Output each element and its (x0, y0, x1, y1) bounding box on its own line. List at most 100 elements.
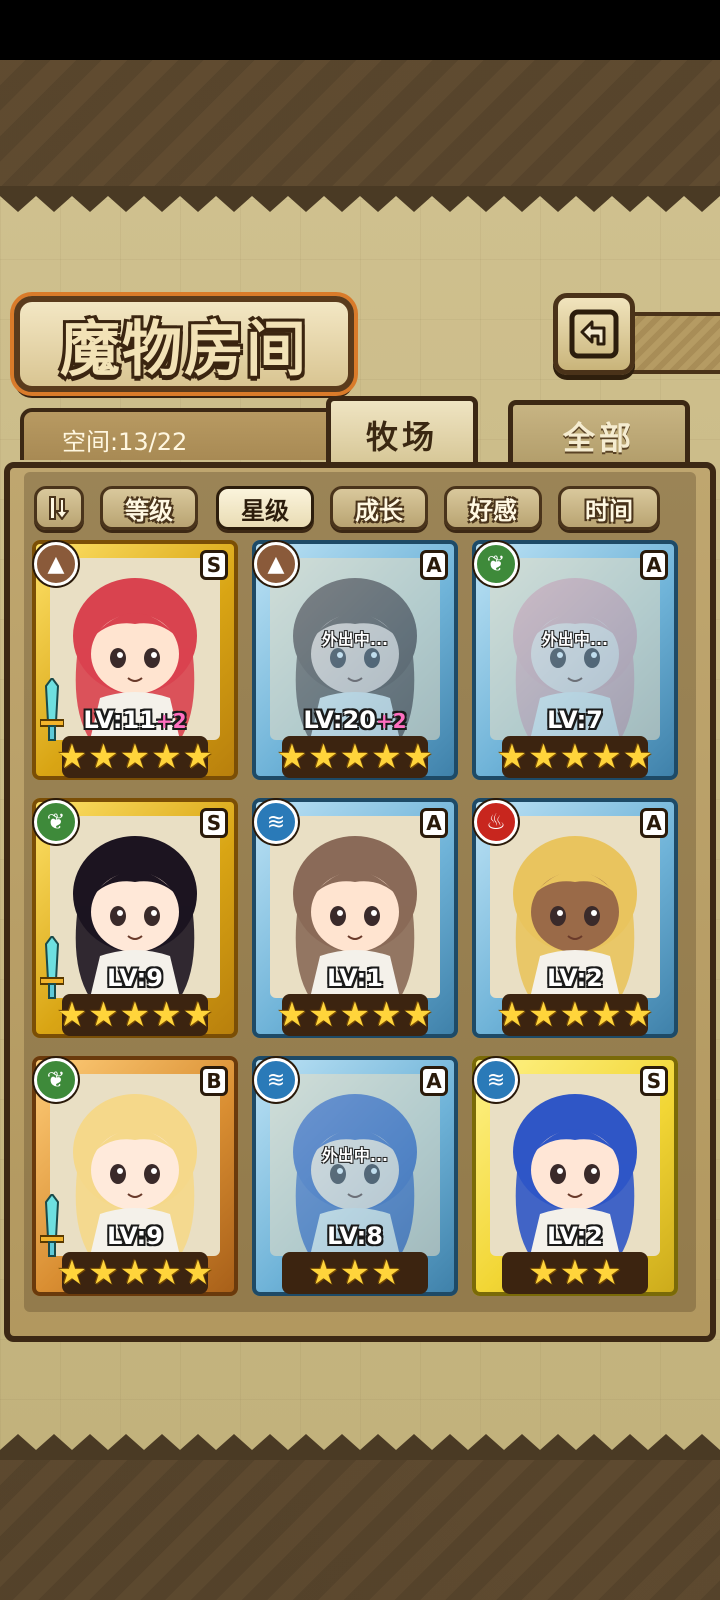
star-icon: ★ (339, 737, 371, 777)
sort-affection-button[interactable]: 好感 (444, 486, 542, 530)
star-rating: ★ ★ ★ ★ ★ (57, 736, 213, 778)
star-icon: ★ (622, 737, 654, 777)
monster-card[interactable]: ≋ A LV:1 ★ ★ ★ ★ ★ (252, 798, 458, 1038)
sort-order-toggle[interactable] (34, 486, 84, 530)
back-arrow-icon (569, 309, 619, 359)
fire-element-icon: ♨ (474, 800, 518, 844)
rank-badge: A (640, 808, 668, 838)
star-icon: ★ (88, 737, 119, 777)
monster-card[interactable]: ❦ B LV:9 ★ ★ ★ ★ ★ (32, 1056, 238, 1296)
star-icon: ★ (528, 737, 559, 777)
rank-badge: A (640, 550, 668, 580)
star-icon: ★ (402, 737, 434, 777)
star-icon: ★ (559, 1253, 591, 1293)
level-label: LV:8 (252, 1222, 458, 1250)
star-icon: ★ (276, 737, 308, 777)
level-value: LV:11 (83, 706, 156, 734)
star-icon: ★ (559, 737, 591, 777)
sort-time-label: 时间 (585, 495, 633, 525)
level-label: LV:11+2 (32, 706, 238, 734)
star-icon: ★ (151, 737, 182, 777)
rank-badge: S (200, 808, 228, 838)
tab-ranch-label: 牧场 (365, 417, 438, 456)
away-status: 外出中... (321, 1146, 389, 1165)
away-status: 外出中... (321, 630, 389, 649)
sort-stars-label: 星级 (241, 495, 289, 525)
sort-affection-label: 好感 (469, 495, 517, 525)
level-value: LV:20 (303, 706, 376, 734)
wind-element-icon: ❦ (34, 1058, 78, 1102)
status-bar (0, 0, 720, 60)
star-icon: ★ (339, 995, 371, 1035)
star-icon: ★ (339, 1253, 371, 1293)
monster-card[interactable]: ▲ S LV:11+2 ★ ★ ★ ★ ★ (32, 540, 238, 780)
star-icon: ★ (591, 737, 622, 777)
star-icon: ★ (371, 1253, 402, 1293)
star-icon: ★ (56, 1253, 88, 1293)
star-icon: ★ (496, 737, 528, 777)
star-rating: ★ ★ ★ ★ ★ (57, 1252, 213, 1294)
earth-element-icon: ▲ (34, 542, 78, 586)
level-value: LV:9 (107, 1222, 163, 1250)
monster-card[interactable]: ≋ S LV:2 ★ ★ ★ (472, 1056, 678, 1296)
level-label: LV:20+2 (252, 706, 458, 734)
monster-card[interactable]: ▲ A 外出中... LV:20+2 ★ ★ ★ ★ ★ (252, 540, 458, 780)
star-icon: ★ (56, 995, 88, 1035)
level-value: LV:2 (547, 1222, 603, 1250)
level-label: LV:9 (32, 1222, 238, 1250)
sort-time-button[interactable]: 时间 (558, 486, 660, 530)
level-label: LV:7 (472, 706, 678, 734)
star-rating: ★ ★ ★ ★ ★ (57, 994, 213, 1036)
star-icon: ★ (528, 995, 559, 1035)
star-icon: ★ (119, 995, 151, 1035)
star-icon: ★ (591, 995, 622, 1035)
zigzag-edge-top (0, 186, 720, 212)
rank-badge: B (200, 1066, 228, 1096)
star-icon: ★ (371, 737, 402, 777)
tab-all-label: 全部 (562, 418, 635, 457)
back-rail (630, 312, 720, 374)
star-rating: ★ ★ ★ (282, 1252, 428, 1294)
level-value: LV:1 (327, 964, 383, 992)
star-icon: ★ (56, 737, 88, 777)
star-icon: ★ (308, 737, 339, 777)
sort-order-icon (49, 496, 69, 520)
star-icon: ★ (182, 995, 214, 1035)
star-rating: ★ ★ ★ ★ ★ (277, 736, 433, 778)
star-icon: ★ (496, 995, 528, 1035)
star-icon: ★ (276, 995, 308, 1035)
water-element-icon: ≋ (254, 800, 298, 844)
star-icon: ★ (151, 995, 182, 1035)
rank-badge: A (420, 550, 448, 580)
star-icon: ★ (182, 737, 214, 777)
star-rating: ★ ★ ★ ★ ★ (497, 736, 653, 778)
star-rating: ★ ★ ★ (502, 1252, 648, 1294)
sort-stars-button[interactable]: 星级 (216, 486, 314, 530)
level-bonus: +2 (155, 709, 187, 733)
tab-all[interactable]: 全部 (508, 400, 690, 466)
rank-badge: A (420, 808, 448, 838)
zigzag-edge-bottom (0, 1434, 720, 1460)
wind-element-icon: ❦ (474, 542, 518, 586)
back-button[interactable] (553, 293, 635, 375)
star-icon: ★ (119, 1253, 151, 1293)
sort-level-button[interactable]: 等级 (100, 486, 198, 530)
star-icon: ★ (528, 1253, 559, 1293)
star-icon: ★ (88, 995, 119, 1035)
star-icon: ★ (88, 1253, 119, 1293)
level-value: LV:9 (107, 964, 163, 992)
level-label: LV:2 (472, 1222, 678, 1250)
star-rating: ★ ★ ★ ★ ★ (277, 994, 433, 1036)
level-bonus: +2 (375, 709, 407, 733)
space-counter: 空间:13/22 (20, 408, 350, 460)
sort-growth-button[interactable]: 成长 (330, 486, 428, 530)
level-value: LV:8 (327, 1222, 383, 1250)
sort-growth-label: 成长 (355, 495, 403, 525)
tab-ranch[interactable]: 牧场 (326, 396, 478, 468)
monster-card[interactable]: ≋ A 外出中... LV:8 ★ ★ ★ (252, 1056, 458, 1296)
monster-card[interactable]: ♨ A LV:2 ★ ★ ★ ★ ★ (472, 798, 678, 1038)
away-status: 外出中... (541, 630, 609, 649)
monster-card[interactable]: ❦ S LV:9 ★ ★ ★ ★ ★ (32, 798, 238, 1038)
monster-card[interactable]: ❦ A 外出中... LV:7 ★ ★ ★ ★ ★ (472, 540, 678, 780)
page-title: 魔物房间 (60, 314, 308, 385)
